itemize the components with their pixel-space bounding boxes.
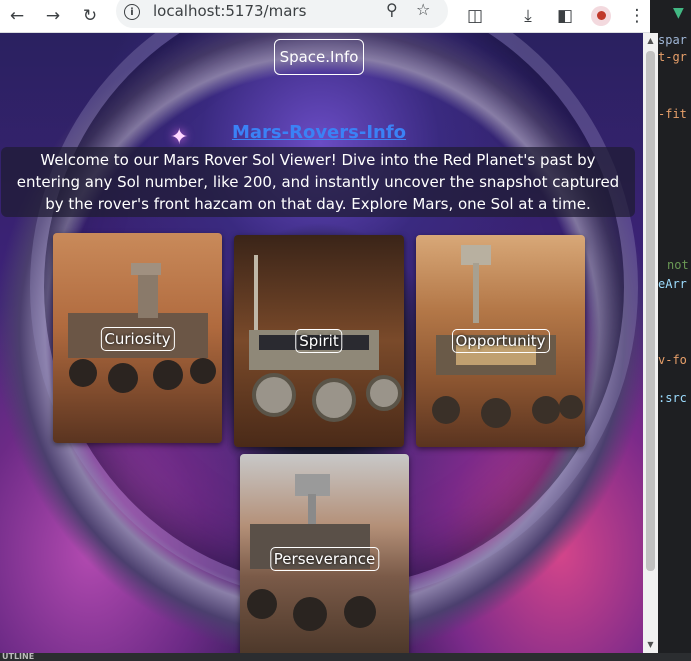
code-line: t-gr: [658, 50, 687, 64]
rover-name-label[interactable]: Spirit: [295, 329, 343, 353]
kebab-menu-icon[interactable]: ⋮: [624, 0, 650, 32]
scroll-up-arrow-icon[interactable]: ▲: [643, 33, 658, 47]
rover-card-spirit[interactable]: Spirit: [234, 235, 404, 447]
brand-link[interactable]: Space.Info: [274, 39, 364, 75]
editor-statusbar: [0, 653, 691, 661]
code-line: v-fo: [658, 353, 687, 367]
intro-text: Welcome to our Mars Rover Sol Viewer! Di…: [1, 147, 635, 217]
scroll-down-arrow-icon[interactable]: ▼: [643, 637, 658, 651]
bookmark-star-icon[interactable]: ☆: [416, 0, 430, 19]
rover-name-label[interactable]: Opportunity: [451, 329, 550, 353]
forward-icon[interactable]: →: [40, 0, 66, 32]
code-line: eArr: [658, 277, 687, 291]
code-line: :src: [658, 391, 687, 405]
outline-label[interactable]: UTLINE: [2, 653, 34, 661]
info-icon[interactable]: i: [124, 4, 140, 20]
code-line: -fit: [658, 107, 687, 121]
code-line: not: [667, 258, 689, 272]
rover-name-label[interactable]: Perseverance: [269, 547, 380, 571]
scroll-thumb[interactable]: [646, 51, 655, 571]
rover-card-perseverance[interactable]: Perseverance: [240, 454, 409, 653]
page-title[interactable]: Mars-Rovers-Info: [0, 122, 638, 143]
code-editor-strip: spar t-gr -fit not eArr v-fo :src: [658, 0, 691, 653]
extensions-puzzle-icon[interactable]: ◫: [462, 0, 488, 32]
reload-icon[interactable]: ↻: [77, 0, 103, 32]
vue-logo-icon: ▼: [673, 5, 684, 21]
page-scrollbar[interactable]: ▲ ▼: [643, 33, 658, 653]
profile-avatar[interactable]: [591, 6, 611, 26]
download-icon[interactable]: ⤓: [515, 0, 541, 32]
address-bar[interactable]: i localhost:5173/mars ⚲ ☆: [116, 0, 448, 28]
rover-card-opportunity[interactable]: Opportunity: [416, 235, 585, 447]
rover-name-label[interactable]: Curiosity: [100, 327, 175, 351]
side-panel-icon[interactable]: ◧: [552, 0, 578, 32]
address-url[interactable]: localhost:5173/mars: [153, 2, 306, 20]
code-line: spar: [658, 33, 687, 47]
rover-card-curiosity[interactable]: Curiosity: [53, 233, 222, 443]
back-icon[interactable]: ←: [4, 0, 30, 32]
browser-toolbar: ← → ↻ i localhost:5173/mars ⚲ ☆ ◫ ⤓ ◧ ⋮: [0, 0, 650, 33]
page-viewport: ✦ Space.Info Mars-Rovers-Info Welcome to…: [0, 33, 643, 653]
zoom-icon[interactable]: ⚲: [386, 0, 398, 19]
